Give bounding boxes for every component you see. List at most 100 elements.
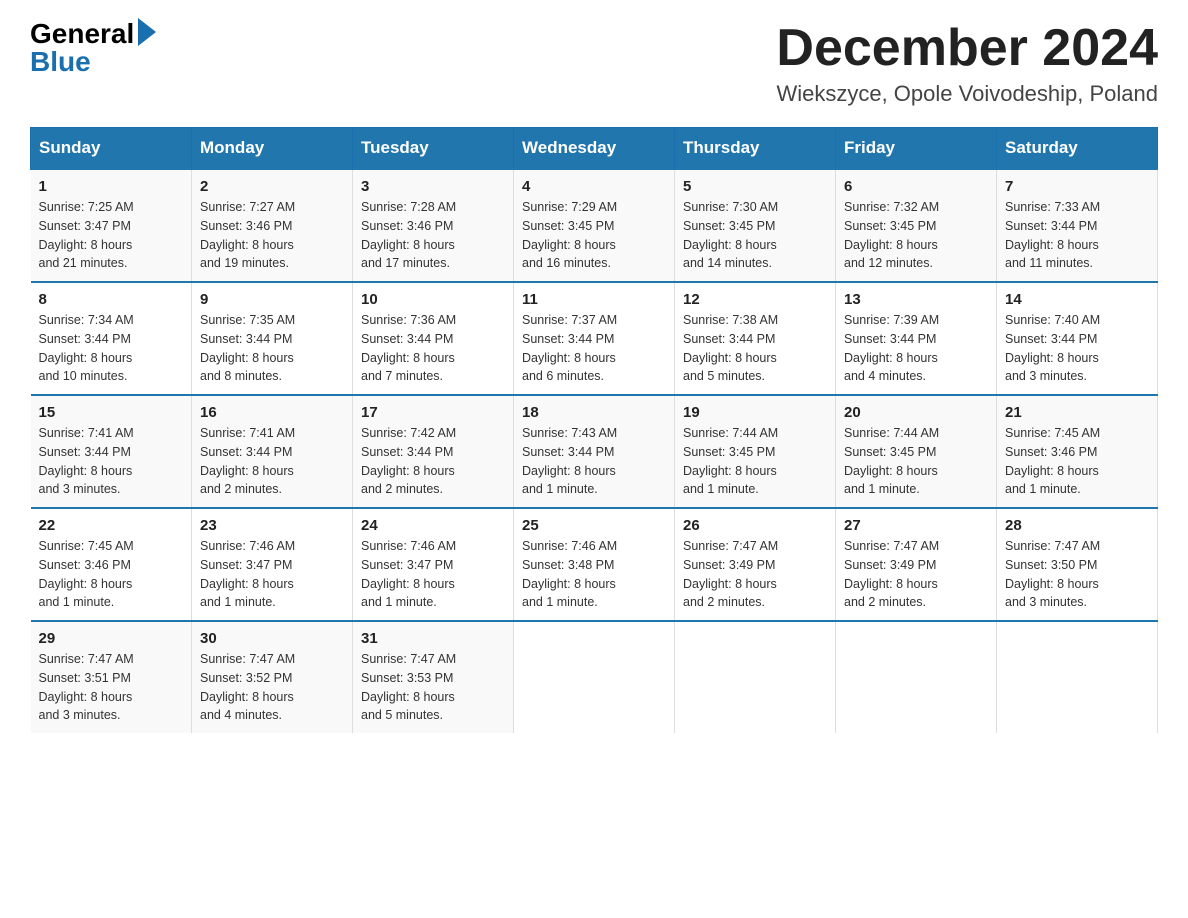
- calendar-week-5: 29Sunrise: 7:47 AMSunset: 3:51 PMDayligh…: [31, 621, 1158, 733]
- day-number: 21: [1005, 404, 1149, 421]
- day-info: Sunrise: 7:47 AMSunset: 3:49 PMDaylight:…: [844, 537, 988, 612]
- calendar-cell: 1Sunrise: 7:25 AMSunset: 3:47 PMDaylight…: [31, 169, 192, 282]
- day-number: 5: [683, 178, 827, 195]
- calendar-cell: 26 Sunrise: 7:47 AMSunset: 3:49 PMDayligh…: [675, 508, 836, 621]
- calendar-header: SundayMondayTuesdayWednesdayThursdayFrid…: [31, 128, 1158, 170]
- day-info: Sunrise: 7:37 AMSunset: 3:44 PMDaylight:…: [522, 311, 666, 386]
- calendar-cell: 17 Sunrise: 7:42 AMSunset: 3:44 PMDayligh…: [353, 395, 514, 508]
- calendar-cell: 29Sunrise: 7:47 AMSunset: 3:51 PMDayligh…: [31, 621, 192, 733]
- day-info: Sunrise: 7:41 AMSunset: 3:44 PMDaylight:…: [39, 424, 184, 499]
- day-info: Sunrise: 7:35 AMSunset: 3:44 PMDaylight:…: [200, 311, 344, 386]
- day-info: Sunrise: 7:33 AMSunset: 3:44 PMDaylight:…: [1005, 198, 1149, 273]
- calendar-cell: 9Sunrise: 7:35 AMSunset: 3:44 PMDaylight…: [192, 282, 353, 395]
- day-info: Sunrise: 7:41 AMSunset: 3:44 PMDaylight:…: [200, 424, 344, 499]
- weekday-header-sunday: Sunday: [31, 128, 192, 170]
- calendar-cell: 25 Sunrise: 7:46 AMSunset: 3:48 PMDayligh…: [514, 508, 675, 621]
- day-info: Sunrise: 7:30 AMSunset: 3:45 PMDaylight:…: [683, 198, 827, 273]
- weekday-header-monday: Monday: [192, 128, 353, 170]
- calendar-cell: 28Sunrise: 7:47 AMSunset: 3:50 PMDayligh…: [997, 508, 1158, 621]
- calendar-cell: [997, 621, 1158, 733]
- day-info: Sunrise: 7:43 AMSunset: 3:44 PMDaylight:…: [522, 424, 666, 499]
- day-number: 3: [361, 178, 505, 195]
- day-info: Sunrise: 7:29 AMSunset: 3:45 PMDaylight:…: [522, 198, 666, 273]
- day-number: 2: [200, 178, 344, 195]
- day-number: 8: [39, 291, 184, 308]
- day-info: Sunrise: 7:34 AMSunset: 3:44 PMDaylight:…: [39, 311, 184, 386]
- day-number: 18: [522, 404, 666, 421]
- day-info: Sunrise: 7:47 AMSunset: 3:50 PMDaylight:…: [1005, 537, 1149, 612]
- calendar-week-2: 8 Sunrise: 7:34 AMSunset: 3:44 PMDaylight…: [31, 282, 1158, 395]
- day-info: Sunrise: 7:45 AMSunset: 3:46 PMDaylight:…: [1005, 424, 1149, 499]
- calendar-cell: 15 Sunrise: 7:41 AMSunset: 3:44 PMDayligh…: [31, 395, 192, 508]
- day-info: Sunrise: 7:36 AMSunset: 3:44 PMDaylight:…: [361, 311, 505, 386]
- weekday-header-row: SundayMondayTuesdayWednesdayThursdayFrid…: [31, 128, 1158, 170]
- calendar-cell: [675, 621, 836, 733]
- day-number: 16: [200, 404, 344, 421]
- day-number: 31: [361, 630, 505, 647]
- day-info: Sunrise: 7:47 AMSunset: 3:52 PMDaylight:…: [200, 650, 344, 725]
- day-number: 19: [683, 404, 827, 421]
- weekday-header-thursday: Thursday: [675, 128, 836, 170]
- day-info: Sunrise: 7:27 AMSunset: 3:46 PMDaylight:…: [200, 198, 344, 273]
- day-number: 15: [39, 404, 184, 421]
- calendar-body: 1Sunrise: 7:25 AMSunset: 3:47 PMDaylight…: [31, 169, 1158, 733]
- calendar-cell: 12Sunrise: 7:38 AMSunset: 3:44 PMDayligh…: [675, 282, 836, 395]
- calendar-table: SundayMondayTuesdayWednesdayThursdayFrid…: [30, 127, 1158, 733]
- day-number: 26: [683, 517, 827, 534]
- calendar-cell: 14Sunrise: 7:40 AMSunset: 3:44 PMDayligh…: [997, 282, 1158, 395]
- day-info: Sunrise: 7:44 AMSunset: 3:45 PMDaylight:…: [844, 424, 988, 499]
- logo-general-text: General: [30, 20, 134, 48]
- logo-arrow-icon: [138, 18, 156, 46]
- calendar-week-4: 22 Sunrise: 7:45 AMSunset: 3:46 PMDayligh…: [31, 508, 1158, 621]
- calendar-cell: [836, 621, 997, 733]
- calendar-cell: 24 Sunrise: 7:46 AMSunset: 3:47 PMDayligh…: [353, 508, 514, 621]
- calendar-cell: [514, 621, 675, 733]
- day-number: 22: [39, 517, 184, 534]
- day-number: 4: [522, 178, 666, 195]
- day-info: Sunrise: 7:28 AMSunset: 3:46 PMDaylight:…: [361, 198, 505, 273]
- calendar-cell: 20 Sunrise: 7:44 AMSunset: 3:45 PMDayligh…: [836, 395, 997, 508]
- calendar-cell: 13 Sunrise: 7:39 AMSunset: 3:44 PMDayligh…: [836, 282, 997, 395]
- day-info: Sunrise: 7:42 AMSunset: 3:44 PMDaylight:…: [361, 424, 505, 499]
- calendar-cell: 2 Sunrise: 7:27 AMSunset: 3:46 PMDaylight…: [192, 169, 353, 282]
- day-info: Sunrise: 7:47 AMSunset: 3:51 PMDaylight:…: [39, 650, 184, 725]
- calendar-cell: 5 Sunrise: 7:30 AMSunset: 3:45 PMDaylight…: [675, 169, 836, 282]
- calendar-cell: 7 Sunrise: 7:33 AMSunset: 3:44 PMDaylight…: [997, 169, 1158, 282]
- day-number: 13: [844, 291, 988, 308]
- day-number: 17: [361, 404, 505, 421]
- weekday-header-friday: Friday: [836, 128, 997, 170]
- day-info: Sunrise: 7:45 AMSunset: 3:46 PMDaylight:…: [39, 537, 184, 612]
- page-header: General Blue December 2024 Wiekszyce, Op…: [30, 20, 1158, 107]
- day-number: 6: [844, 178, 988, 195]
- month-title: December 2024: [776, 20, 1158, 77]
- logo-blue-text: Blue: [30, 48, 91, 76]
- calendar-cell: 27 Sunrise: 7:47 AMSunset: 3:49 PMDayligh…: [836, 508, 997, 621]
- day-number: 10: [361, 291, 505, 308]
- day-info: Sunrise: 7:46 AMSunset: 3:48 PMDaylight:…: [522, 537, 666, 612]
- calendar-cell: 4 Sunrise: 7:29 AMSunset: 3:45 PMDaylight…: [514, 169, 675, 282]
- calendar-cell: 23Sunrise: 7:46 AMSunset: 3:47 PMDayligh…: [192, 508, 353, 621]
- title-area: December 2024 Wiekszyce, Opole Voivodesh…: [776, 20, 1158, 107]
- calendar-week-3: 15 Sunrise: 7:41 AMSunset: 3:44 PMDayligh…: [31, 395, 1158, 508]
- day-number: 27: [844, 517, 988, 534]
- calendar-cell: 30Sunrise: 7:47 AMSunset: 3:52 PMDayligh…: [192, 621, 353, 733]
- day-info: Sunrise: 7:38 AMSunset: 3:44 PMDaylight:…: [683, 311, 827, 386]
- day-number: 24: [361, 517, 505, 534]
- day-info: Sunrise: 7:47 AMSunset: 3:53 PMDaylight:…: [361, 650, 505, 725]
- location-title: Wiekszyce, Opole Voivodeship, Poland: [776, 81, 1158, 107]
- day-number: 25: [522, 517, 666, 534]
- calendar-cell: 11 Sunrise: 7:37 AMSunset: 3:44 PMDayligh…: [514, 282, 675, 395]
- calendar-cell: 22 Sunrise: 7:45 AMSunset: 3:46 PMDayligh…: [31, 508, 192, 621]
- day-number: 11: [522, 291, 666, 308]
- logo: General Blue: [30, 20, 156, 76]
- day-info: Sunrise: 7:46 AMSunset: 3:47 PMDaylight:…: [361, 537, 505, 612]
- calendar-week-1: 1Sunrise: 7:25 AMSunset: 3:47 PMDaylight…: [31, 169, 1158, 282]
- day-info: Sunrise: 7:39 AMSunset: 3:44 PMDaylight:…: [844, 311, 988, 386]
- day-info: Sunrise: 7:47 AMSunset: 3:49 PMDaylight:…: [683, 537, 827, 612]
- day-number: 20: [844, 404, 988, 421]
- weekday-header-wednesday: Wednesday: [514, 128, 675, 170]
- calendar-cell: 6Sunrise: 7:32 AMSunset: 3:45 PMDaylight…: [836, 169, 997, 282]
- calendar-cell: 3 Sunrise: 7:28 AMSunset: 3:46 PMDaylight…: [353, 169, 514, 282]
- day-number: 7: [1005, 178, 1149, 195]
- weekday-header-saturday: Saturday: [997, 128, 1158, 170]
